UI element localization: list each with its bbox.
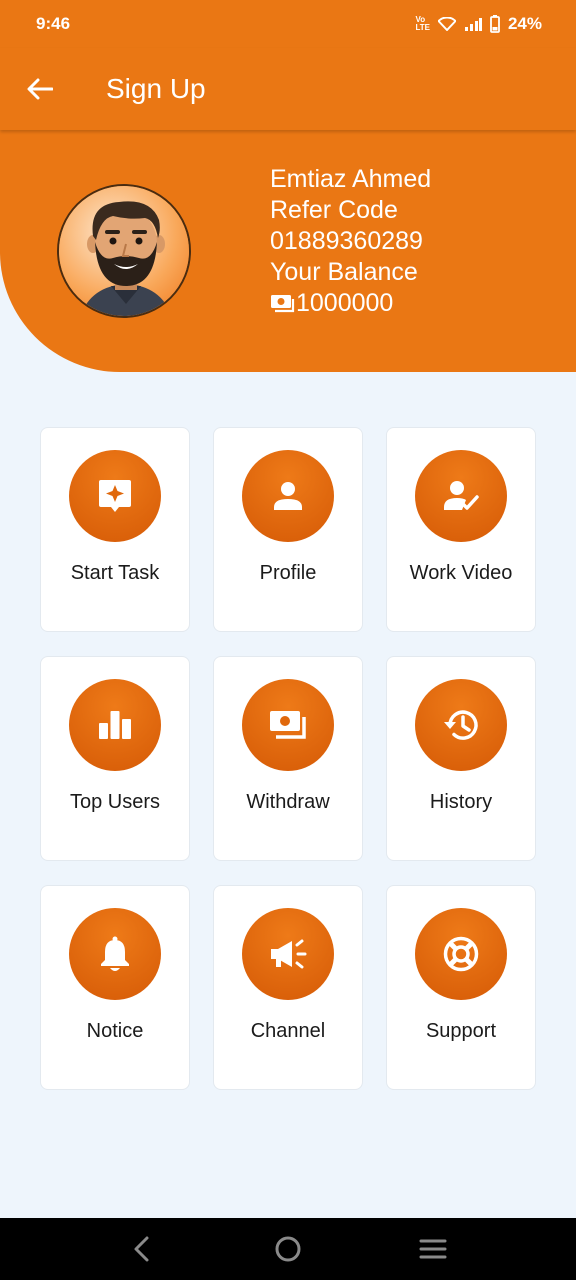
menu-grid: Start Task Profile Work Video Top Users … <box>40 427 536 1090</box>
battery-icon <box>490 15 500 33</box>
withdraw-tile[interactable]: Withdraw <box>213 656 363 861</box>
avatar[interactable] <box>57 184 191 318</box>
money-icon <box>271 294 295 312</box>
tile-label: Support <box>425 1020 497 1042</box>
page-title: Sign Up <box>106 73 206 104</box>
nav-back-icon[interactable] <box>128 1234 158 1264</box>
tile-label: Withdraw <box>246 791 330 813</box>
arrow-left-icon <box>27 78 53 100</box>
back-button[interactable] <box>0 48 80 130</box>
balance-value: 1000000 <box>296 289 394 317</box>
history-icon <box>415 679 507 771</box>
megaphone-icon <box>242 908 334 1000</box>
start-task-tile[interactable]: Start Task <box>40 427 190 632</box>
app-bar: Sign Up <box>0 48 576 130</box>
nav-home-icon[interactable] <box>273 1234 303 1264</box>
tile-label: Channel <box>250 1020 326 1042</box>
tile-label: Work Video <box>409 562 513 584</box>
lifebuoy-icon <box>415 908 507 1000</box>
refer-code-value: 01889360289 <box>270 227 423 255</box>
work-video-tile[interactable]: Work Video <box>386 427 536 632</box>
user-name: Emtiaz Ahmed <box>270 165 432 193</box>
nav-recents-icon[interactable] <box>418 1234 448 1264</box>
profile-header: Emtiaz Ahmed Refer Code 01889360289 Your… <box>0 130 576 372</box>
battery-level: 24% <box>507 14 542 33</box>
volte-icon: Vo LTE <box>415 15 430 32</box>
person-icon <box>242 450 334 542</box>
task-sparkle-icon <box>69 450 161 542</box>
signal-icon <box>464 18 482 31</box>
bar-chart-icon <box>69 679 161 771</box>
status-icons: Vo LTE 24% <box>415 14 542 34</box>
tile-label: Start Task <box>70 562 160 584</box>
balance-label: Your Balance <box>270 258 418 286</box>
status-time: 9:46 <box>36 14 71 33</box>
history-tile[interactable]: History <box>386 656 536 861</box>
tile-label: Notice <box>86 1020 144 1042</box>
support-tile[interactable]: Support <box>386 885 536 1090</box>
money-icon <box>242 679 334 771</box>
tile-label: History <box>429 791 493 813</box>
notice-tile[interactable]: Notice <box>40 885 190 1090</box>
top-users-tile[interactable]: Top Users <box>40 656 190 861</box>
profile-tile[interactable]: Profile <box>213 427 363 632</box>
status-bar: 9:46 Vo LTE 24% <box>0 0 576 48</box>
system-nav-bar <box>0 1218 576 1280</box>
tile-label: Top Users <box>69 791 161 813</box>
bell-icon <box>69 908 161 1000</box>
person-check-icon <box>415 450 507 542</box>
balance-row: 1000000 <box>270 288 431 319</box>
user-info: Emtiaz Ahmed Refer Code 01889360289 Your… <box>270 164 431 319</box>
refer-code-label: Refer Code <box>270 196 398 224</box>
channel-tile[interactable]: Channel <box>213 885 363 1090</box>
wifi-icon <box>437 17 456 31</box>
tile-label: Profile <box>259 562 317 584</box>
